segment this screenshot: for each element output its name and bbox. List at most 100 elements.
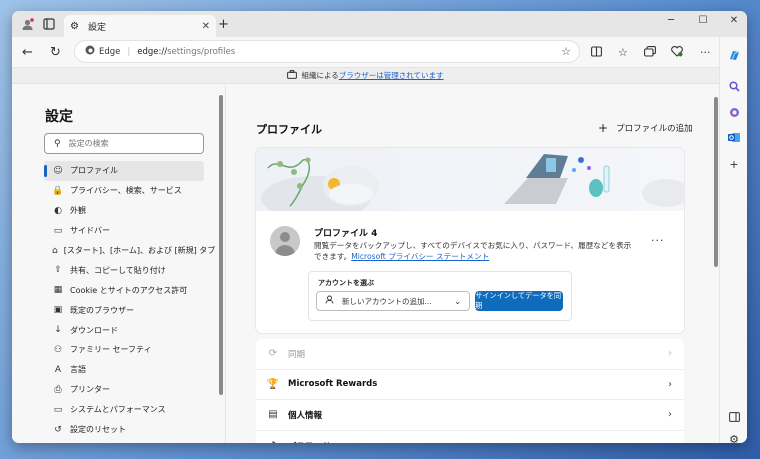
settings-row-rewards[interactable]: 🏆 Microsoft Rewards › bbox=[256, 369, 684, 401]
account-picker-box: アカウントを選ぶ 新しいアカウントの追加... ⌄ サインインしてデータを同期 bbox=[308, 271, 572, 321]
back-icon[interactable]: ← bbox=[22, 45, 33, 60]
sidebar-icon: ▭ bbox=[53, 225, 63, 236]
account-select[interactable]: 新しいアカウントの追加... ⌄ bbox=[316, 291, 470, 311]
favorites-icon[interactable]: ☆ bbox=[618, 46, 628, 59]
sidebar-item-share[interactable]: ⇪ 共有、コピーして貼り付け bbox=[44, 260, 204, 280]
plus-icon: + bbox=[598, 121, 609, 135]
infobar-text: 組織による bbox=[301, 71, 339, 80]
search-sidebar-icon[interactable] bbox=[728, 81, 740, 95]
sidebar-item-palette[interactable]: ◐ 外観 bbox=[44, 201, 204, 221]
search-icon: ⚲ bbox=[54, 138, 61, 149]
address-separator: | bbox=[127, 46, 131, 57]
sign-in-sync-button[interactable]: サインインしてデータを同期 bbox=[475, 291, 563, 311]
reset-icon: ↺ bbox=[54, 424, 62, 435]
rewards-icon: 🏆 bbox=[266, 378, 280, 390]
outlook-icon[interactable] bbox=[728, 132, 740, 146]
sidebar-scrollbar[interactable] bbox=[219, 95, 223, 395]
managed-browser-infobar: 組織による ブラウザーは管理されています bbox=[12, 67, 719, 84]
sidebar-item-printer[interactable]: ⎙ プリンター bbox=[44, 380, 204, 400]
sidebar-item-lock[interactable]: 🔒 プライバシー、検索、サービス bbox=[44, 181, 204, 201]
profile-name: プロファイル 4 bbox=[314, 229, 378, 239]
tab-settings[interactable]: ⚙ 設定 ✕ bbox=[64, 15, 216, 37]
settings-row-label: 個人情報 bbox=[288, 410, 323, 421]
settings-row-key[interactable]: ⚷ パスワード › bbox=[256, 430, 684, 443]
profile-icon: ☺ bbox=[53, 165, 63, 176]
sidebar-item-label: プロファイル bbox=[70, 166, 118, 176]
sidebar-item-label: 共有、コピーして貼り付け bbox=[70, 265, 166, 275]
title-bar: ⚙ 設定 ✕ + ─ ☐ ✕ bbox=[12, 11, 747, 37]
hide-sidebar-icon[interactable] bbox=[728, 412, 740, 425]
managed-browser-link[interactable]: ブラウザーは管理されています bbox=[339, 70, 444, 81]
minimize-button[interactable]: ─ bbox=[656, 15, 686, 31]
sidebar-item-label: 設定のリセット bbox=[70, 425, 126, 435]
url-path: settings/profiles bbox=[167, 46, 236, 57]
download-icon: ↓ bbox=[54, 325, 62, 336]
search-input[interactable] bbox=[68, 139, 189, 148]
sync-icon: ⟳ bbox=[268, 348, 278, 360]
page-title: プロファイル bbox=[256, 123, 322, 136]
chevron-down-icon: ⌄ bbox=[454, 296, 461, 306]
chevron-right-icon: › bbox=[668, 378, 672, 390]
sidebar-settings-gear-icon[interactable]: ⚙ bbox=[728, 433, 740, 443]
microsoft365-icon[interactable] bbox=[728, 107, 740, 121]
main-scrollbar[interactable] bbox=[714, 97, 718, 267]
sidebar-item-label: 既定のブラウザー bbox=[70, 305, 134, 315]
settings-content: 設定 ⚲ ☺ プロファイル 🔒 プライバシー、検索、サービス ◐ 外観 ▭ サイドバー ⌂ [スタ… bbox=[12, 85, 719, 443]
settings-row-label: 同期 bbox=[288, 349, 306, 360]
add-profile-label: プロファイルの追加 bbox=[616, 124, 693, 134]
sidebar-item-family[interactable]: ⚇ ファミリー セーフティ bbox=[44, 340, 204, 360]
refresh-icon[interactable]: ↻ bbox=[50, 45, 61, 60]
settings-more-icon[interactable]: ··· bbox=[700, 46, 711, 59]
new-tab-button[interactable]: + bbox=[218, 17, 229, 32]
personal-info-icon: ▤ bbox=[268, 409, 278, 421]
split-screen-icon[interactable] bbox=[591, 46, 602, 60]
tab-close-icon[interactable]: ✕ bbox=[202, 21, 210, 32]
tab-actions-icon[interactable] bbox=[42, 17, 56, 31]
browser-essentials-icon[interactable] bbox=[671, 46, 683, 60]
settings-search-box[interactable]: ⚲ bbox=[44, 133, 204, 154]
person-icon bbox=[325, 295, 334, 307]
copilot-icon[interactable] bbox=[728, 49, 740, 65]
sidebar-item-download[interactable]: ↓ ダウンロード bbox=[44, 320, 204, 340]
sidebar-item-label: 言語 bbox=[70, 365, 86, 375]
profile-avatar bbox=[270, 226, 300, 256]
privacy-statement-link[interactable]: Microsoft プライバシー ステートメント bbox=[351, 252, 489, 261]
sidebar-item-label: ダウンロード bbox=[70, 325, 118, 335]
sidebar-item-language[interactable]: A 言語 bbox=[44, 360, 204, 380]
account-picker-label: アカウントを選ぶ bbox=[318, 279, 374, 287]
briefcase-icon bbox=[287, 70, 298, 81]
settings-row-label: Microsoft Rewards bbox=[288, 379, 378, 390]
settings-row-personal-info[interactable]: ▤ 個人情報 › bbox=[256, 400, 684, 431]
key-icon: ⚷ bbox=[266, 440, 280, 443]
sidebar-item-home[interactable]: ⌂ [スタート]、[ホーム]、および [新規] タブ bbox=[44, 241, 215, 261]
profile-more-options-icon[interactable]: ··· bbox=[651, 234, 665, 247]
add-sidebar-app-icon[interactable]: + bbox=[728, 158, 740, 171]
profile-banner-illustration bbox=[256, 148, 684, 220]
sidebar-item-reset[interactable]: ↺ 設定のリセット bbox=[44, 420, 204, 440]
address-bar[interactable]: Edge | edge://settings/profiles ☆ bbox=[74, 40, 580, 63]
edge-sidebar: + ⚙ bbox=[719, 37, 747, 443]
lock-icon: 🔒 bbox=[52, 185, 64, 196]
chevron-right-icon: › bbox=[668, 348, 672, 360]
sidebar-item-browser[interactable]: ▣ 既定のブラウザー bbox=[44, 300, 204, 320]
maximize-button[interactable]: ☐ bbox=[688, 15, 718, 31]
profile-avatar-icon[interactable] bbox=[20, 17, 34, 31]
sidebar-item-cookie[interactable]: ▦ Cookie とサイトのアクセス許可 bbox=[44, 280, 204, 300]
sidebar-item-label: プリンター bbox=[70, 385, 110, 395]
close-button[interactable]: ✕ bbox=[719, 15, 747, 31]
settings-nav-list: ☺ プロファイル 🔒 プライバシー、検索、サービス ◐ 外観 ▭ サイドバー ⌂ [スタート]、[… bbox=[44, 161, 215, 440]
palette-icon: ◐ bbox=[54, 205, 62, 216]
collections-icon[interactable] bbox=[644, 46, 656, 60]
browser-window: ⚙ 設定 ✕ + ─ ☐ ✕ ← ↻ Edge | edge://setting… bbox=[12, 11, 747, 443]
sidebar-item-system[interactable]: ▭ システムとパフォーマンス bbox=[44, 400, 204, 420]
account-select-value: 新しいアカウントの追加... bbox=[342, 296, 432, 306]
add-profile-button[interactable]: + プロファイルの追加 bbox=[598, 121, 693, 135]
sidebar-item-sidebar[interactable]: ▭ サイドバー bbox=[44, 221, 204, 241]
sidebar-item-label: プライバシー、検索、サービス bbox=[70, 186, 182, 196]
favorite-star-icon[interactable]: ☆ bbox=[561, 45, 571, 58]
printer-icon: ⎙ bbox=[54, 384, 62, 395]
family-icon: ⚇ bbox=[53, 344, 63, 355]
system-icon: ▭ bbox=[53, 404, 63, 415]
sidebar-item-profile[interactable]: ☺ プロファイル bbox=[44, 161, 204, 181]
profile-description: 閲覧データをバックアップし、すべてのデバイスでお気に入り、パスワード、履歴などを… bbox=[314, 240, 634, 262]
